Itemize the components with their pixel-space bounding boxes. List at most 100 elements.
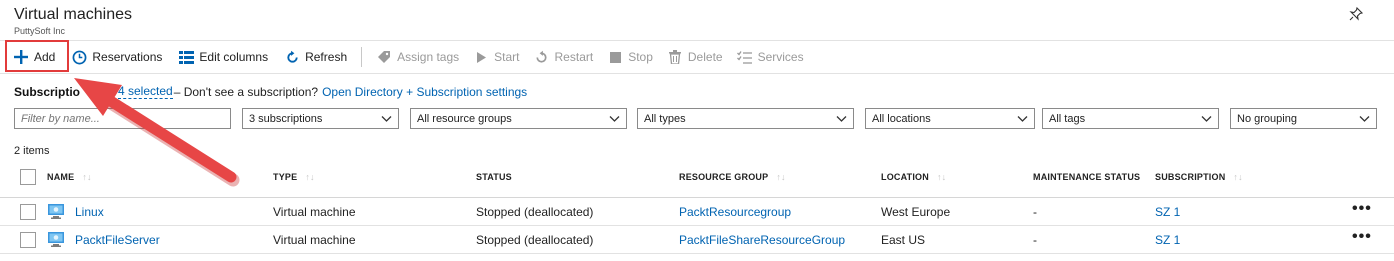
grouping-dropdown[interactable]: No grouping [1230,108,1377,129]
open-directory-link[interactable]: Open Directory + Subscription settings [322,85,527,99]
stop-button[interactable]: Stop [601,43,659,71]
restart-button[interactable]: Restart [528,43,600,71]
page-title: Virtual machines [14,6,132,23]
column-header-location[interactable]: LOCATION ↑↓ [881,172,946,182]
types-dropdown-value: All types [644,112,686,125]
column-header-status[interactable]: STATUS [476,172,512,182]
restart-label: Restart [554,50,594,64]
vm-maintenance-status: - [1033,205,1037,219]
edit-columns-label: Edit columns [199,50,269,64]
page-subtitle: PuttySoft Inc [14,26,66,36]
chevron-down-icon [1359,116,1370,122]
resource-group-link[interactable]: PacktResourcegroup [679,205,791,219]
row-divider [0,253,1394,254]
virtual-machine-icon [48,204,64,219]
column-header-name[interactable]: NAME ↑↓ [47,172,92,182]
sort-icon: ↑↓ [776,172,786,182]
stop-label: Stop [628,50,653,64]
restart-icon [534,49,550,65]
subscriptions-label: Subscriptio [14,84,81,99]
table-header-divider [0,197,1394,198]
more-options-icon[interactable]: ••• [1352,228,1372,246]
more-options-icon[interactable]: ••• [1352,200,1372,218]
trash-icon [667,49,683,65]
sort-icon: ↑↓ [82,172,92,182]
column-name-label: NAME [47,172,75,182]
column-header-maintenance-status[interactable]: MAINTENANCE STATUS [1033,172,1140,182]
column-status-label: STATUS [476,172,512,182]
start-button[interactable]: Start [467,43,525,71]
tag-icon [376,49,392,65]
column-subscription-label: SUBSCRIPTION [1155,172,1226,182]
chevron-down-icon [1017,116,1028,122]
row-checkbox[interactable] [20,204,36,220]
delete-label: Delete [687,50,723,64]
play-icon [473,49,489,65]
resource-group-link[interactable]: PacktFileShareResourceGroup [679,233,845,247]
vm-type: Virtual machine [273,233,356,247]
chevron-down-icon [836,116,847,122]
locations-dropdown[interactable]: All locations [865,108,1035,129]
tags-dropdown[interactable]: All tags [1042,108,1219,129]
column-maintenance-label: MAINTENANCE STATUS [1033,172,1141,182]
chevron-down-icon [1201,116,1212,122]
add-button[interactable]: Add [9,43,59,71]
column-header-type[interactable]: TYPE ↑↓ [273,172,315,182]
subscription-link[interactable]: SZ 1 [1155,233,1180,247]
toolbar: Add Reservations Edit columns Refresh As… [0,42,810,72]
column-location-label: LOCATION [881,172,929,182]
chevron-down-icon [381,116,392,122]
sort-icon: ↑↓ [305,172,315,182]
plus-icon [13,49,29,65]
column-header-resource-group[interactable]: RESOURCE GROUP ↑↓ [679,172,786,182]
reservations-label: Reservations [92,50,163,64]
columns-icon [178,49,194,65]
search-input[interactable] [21,112,224,125]
filter-by-name-input[interactable] [14,108,231,129]
services-button[interactable]: Services [731,43,810,71]
subscription-hint-text: – Don't see a subscription? [173,84,319,99]
subscriptions-selected-link[interactable]: 4 selected [118,84,173,99]
column-type-label: TYPE [273,172,298,182]
sort-icon: ↑↓ [936,172,947,182]
subscription-filter-line: Subscriptio 4 selected – Don't see a sub… [14,84,527,99]
vm-status: Stopped (deallocated) [476,233,594,247]
tags-dropdown-value: All tags [1049,112,1086,125]
stop-icon [607,49,623,65]
row-checkbox[interactable] [20,232,36,248]
refresh-button[interactable]: Refresh [278,43,353,71]
refresh-label: Refresh [305,50,348,64]
select-all-checkbox[interactable] [20,169,36,185]
header-divider [0,40,1394,41]
types-dropdown[interactable]: All types [637,108,854,129]
services-icon [737,49,753,65]
subscriptions-dropdown[interactable]: 3 subscriptions [242,108,399,129]
pin-icon[interactable] [1348,6,1364,22]
virtual-machine-icon [48,232,64,247]
toolbar-divider [0,73,1394,74]
assign-tags-button[interactable]: Assign tags [370,43,465,71]
assign-tags-label: Assign tags [397,50,460,64]
resource-groups-dropdown[interactable]: All resource groups [410,108,627,129]
add-label: Add [34,50,56,64]
start-label: Start [494,50,520,64]
sort-icon: ↑↓ [1233,172,1243,182]
vm-name-link[interactable]: Linux [75,205,104,219]
vm-type: Virtual machine [273,205,356,219]
vm-name-link[interactable]: PacktFileServer [75,233,160,247]
services-label: Services [757,50,804,64]
column-header-subscription[interactable]: SUBSCRIPTION ↑↓ [1155,172,1243,182]
row-divider [0,225,1394,226]
reservations-button[interactable]: Reservations [65,43,168,71]
delete-button[interactable]: Delete [661,43,729,71]
column-resource-group-label: RESOURCE GROUP [679,172,769,182]
clock-icon [71,49,87,65]
grouping-dropdown-value: No grouping [1237,112,1297,125]
toolbar-separator [361,47,363,67]
locations-dropdown-value: All locations [872,112,931,125]
subscription-link[interactable]: SZ 1 [1155,205,1180,219]
edit-columns-button[interactable]: Edit columns [172,43,274,71]
refresh-icon [284,49,300,65]
vm-maintenance-status: - [1033,233,1037,247]
vm-status: Stopped (deallocated) [476,205,594,219]
